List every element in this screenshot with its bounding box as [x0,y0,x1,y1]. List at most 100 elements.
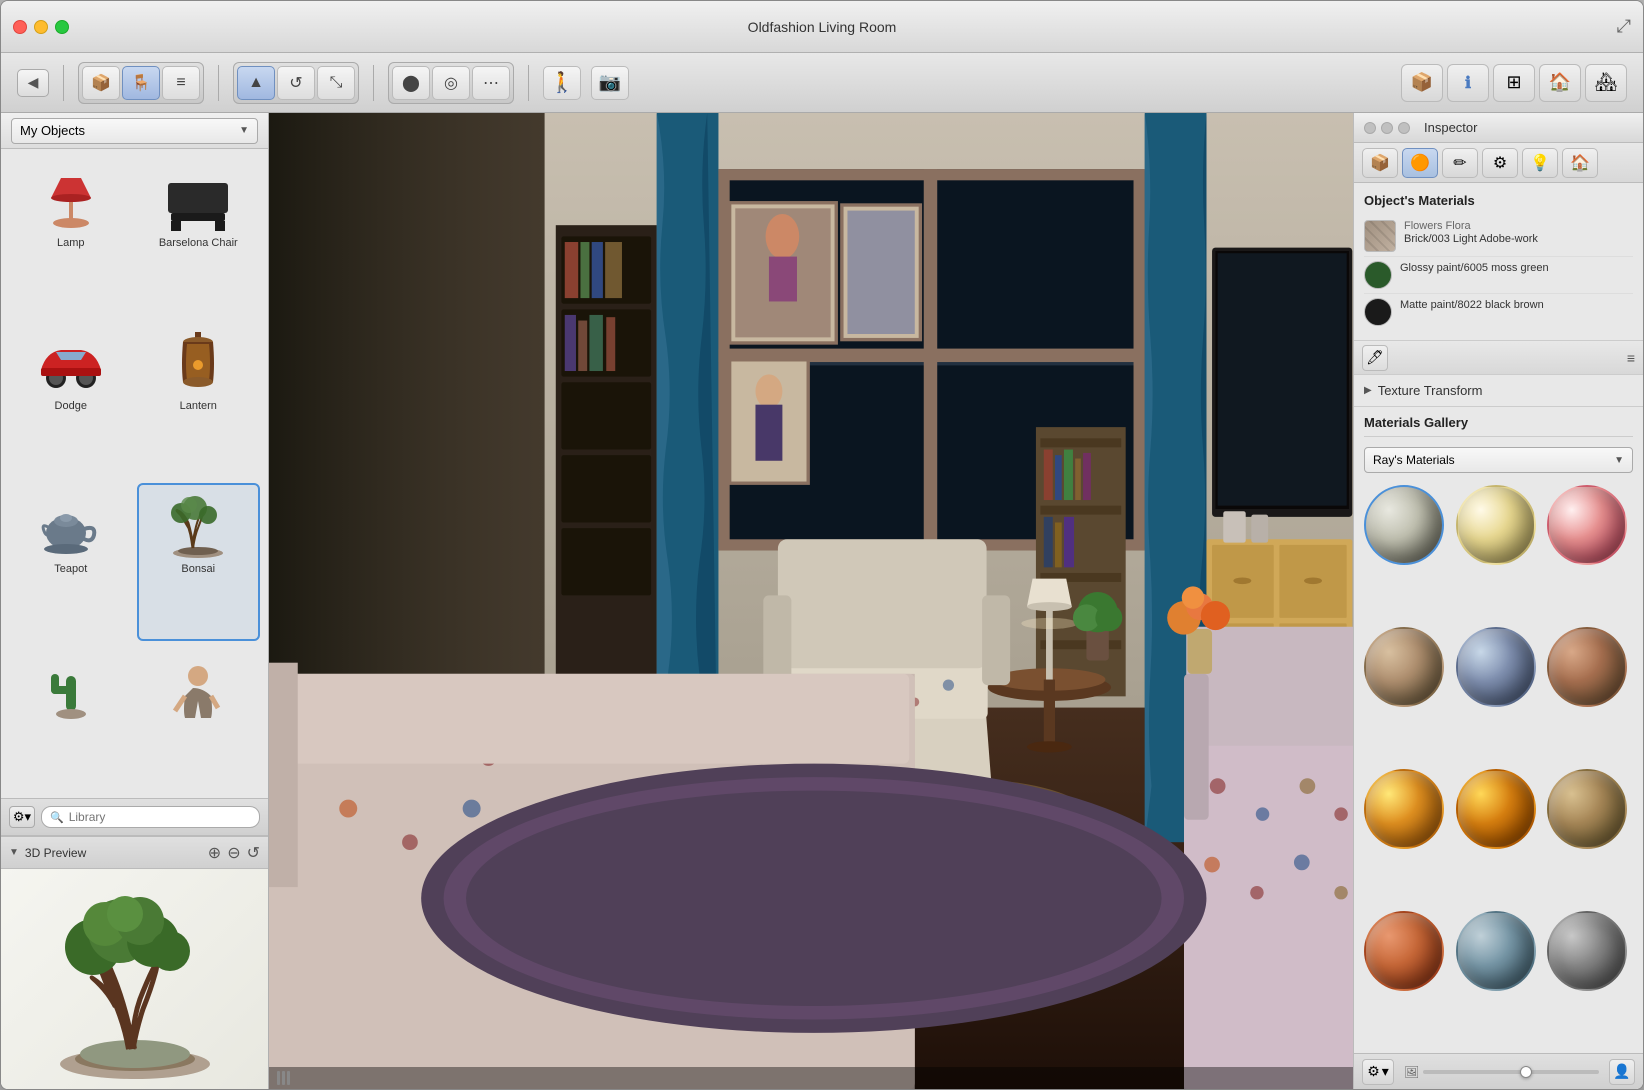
info-button[interactable]: ℹ [1447,64,1489,102]
furniture-button[interactable]: 🪑 [122,66,160,100]
living-room-scene [269,113,1353,1089]
separator-3 [373,65,374,101]
texture-transform-header[interactable]: ▶ Texture Transform [1364,383,1633,398]
object-item-person[interactable] [137,645,261,790]
material-item-flowers-flora[interactable]: Flowers Flora Brick/003 Light Adobe-work [1364,216,1633,257]
material-ball-10[interactable] [1364,911,1444,991]
floor-plan-button[interactable]: ⊞ [1493,64,1535,102]
objects-materials-title: Object's Materials [1364,193,1633,208]
material-ball-8[interactable] [1456,769,1536,849]
material-category-label: Flowers Flora [1404,220,1633,232]
lantern-label: Lantern [180,400,217,412]
search-icon: 🔍 [50,811,64,824]
inspector-person-button[interactable]: 👤 [1609,1059,1635,1085]
material-action-bar: 🖊 ≡ [1354,341,1643,375]
person-thumbnail [158,653,238,723]
material-ball-4[interactable] [1364,627,1444,707]
eyedropper-button[interactable]: 🖊 [1362,345,1388,371]
object-item-dodge[interactable]: Dodge [9,320,133,479]
material-ball-11[interactable] [1456,911,1536,991]
toolbar-group-objects: 📦 🪑 ≡ [78,62,204,104]
material-item-matte[interactable]: Matte paint/8022 black brown [1364,294,1633,330]
viewport[interactable] [269,113,1353,1089]
search-input[interactable] [69,810,251,824]
solid-view-button[interactable]: ⬤ [392,66,430,100]
right-panel-wrapper: Inspector 📦 🟠 ✏ ⚙ 💡 🏠 Object's Materials [1353,113,1643,1089]
material-ball-7[interactable] [1364,769,1444,849]
zoom-out-icon[interactable]: ⊖ [227,843,240,863]
reset-view-icon[interactable]: ↺ [247,843,260,863]
material-ball-3[interactable] [1547,485,1627,565]
inspector-maximize-button[interactable] [1398,122,1410,134]
maximize-button[interactable] [55,20,69,34]
material-ball-9[interactable] [1547,769,1627,849]
inspector-slider-area: 🖼 [1400,1065,1603,1079]
rotate-tool-button[interactable]: ↺ [277,66,315,100]
material-ball-12[interactable] [1547,911,1627,991]
object-item-bonsai[interactable]: Bonsai [137,483,261,642]
inspector-tab-objects[interactable]: 📦 [1362,148,1398,178]
inspector-close-button[interactable] [1364,122,1376,134]
inspector-slider[interactable] [1423,1070,1599,1074]
object-item-teapot[interactable]: Teapot [9,483,133,642]
list-view-button[interactable]: ≡ [162,66,200,100]
gallery-dropdown-arrow-icon: ▼ [1614,455,1624,466]
object-item-cactus[interactable] [9,645,133,790]
zoom-in-icon[interactable]: ⊕ [208,843,221,863]
material-ball-6[interactable] [1547,627,1627,707]
gallery-dropdown[interactable]: Ray's Materials ▼ [1364,447,1633,473]
materials-balls-grid [1354,479,1643,1053]
materials-button[interactable]: 📦 [1401,64,1443,102]
collapse-triangle-icon: ▶ [1364,385,1372,396]
objects-dropdown[interactable]: My Objects ▼ [11,118,258,144]
resize-tool-button[interactable]: ⤡ [317,66,355,100]
minimize-button[interactable] [34,20,48,34]
search-settings-button[interactable]: ⚙▾ [9,806,35,828]
title-bar-right: ⤢ [1617,16,1631,37]
lamp-label: Lamp [57,237,85,249]
dodge-label: Dodge [55,400,87,412]
toolbar-right-group: 📦 ℹ ⊞ 🏠 🏘 [1401,64,1627,102]
inspector-bottom-bar: ⚙ ▾ 🖼 👤 [1354,1053,1643,1089]
bonsai-label: Bonsai [181,563,215,575]
interior-button[interactable]: 🏠 [1539,64,1581,102]
material-ball-1[interactable] [1364,485,1444,565]
inspector-minimize-button[interactable] [1381,122,1393,134]
inspector-settings-button[interactable]: ⚙ ▾ [1362,1059,1394,1085]
object-item-chair[interactable]: Barselona Chair [137,157,261,316]
dodge-thumbnail [31,328,111,398]
select-tool-button[interactable]: ▲ [237,66,275,100]
point-view-button[interactable]: ⋯ [472,66,510,100]
exterior-button[interactable]: 🏘 [1585,64,1627,102]
object-item-lamp[interactable]: Lamp [9,157,133,316]
preview-header[interactable]: ▼ 3D Preview ⊕ ⊖ ↺ [1,837,268,869]
camera-button[interactable]: 📷 [591,66,629,100]
slider-image-icon: 🖼 [1404,1065,1419,1079]
objects-dropdown-label: My Objects [20,123,85,138]
inspector-tab-settings[interactable]: ⚙ [1482,148,1518,178]
expand-icon[interactable]: ⤢ [1617,16,1631,37]
status-dot-1 [277,1071,280,1085]
preview-collapse-icon: ▼ [9,847,19,858]
inspector-tab-lighting[interactable]: 💡 [1522,148,1558,178]
wire-view-button[interactable]: ◎ [432,66,470,100]
materials-section: Object's Materials Flowers Flora Brick/0… [1354,183,1643,341]
material-swatch-brick [1364,220,1396,252]
menu-lines-button[interactable]: ≡ [1627,350,1635,366]
material-ball-5[interactable] [1456,627,1536,707]
objects-library-button[interactable]: 📦 [82,66,120,100]
back-button[interactable]: ◀ [17,69,49,97]
slider-thumb[interactable] [1520,1066,1532,1078]
separator-1 [63,65,64,101]
material-item-glossy[interactable]: Glossy paint/6005 moss green [1364,257,1633,294]
objects-dropdown-bar: My Objects ▼ [1,113,268,149]
material-ball-2[interactable] [1456,485,1536,565]
inspector-tab-materials[interactable]: 🟠 [1402,148,1438,178]
status-dots [277,1071,290,1085]
object-item-lantern[interactable]: Lantern [137,320,261,479]
inspector-tab-edit[interactable]: ✏ [1442,148,1478,178]
gallery-dropdown-bar: Ray's Materials ▼ [1354,441,1643,479]
inspector-tab-scene[interactable]: 🏠 [1562,148,1598,178]
close-button[interactable] [13,20,27,34]
walk-mode-button[interactable]: 🚶 [543,66,581,100]
